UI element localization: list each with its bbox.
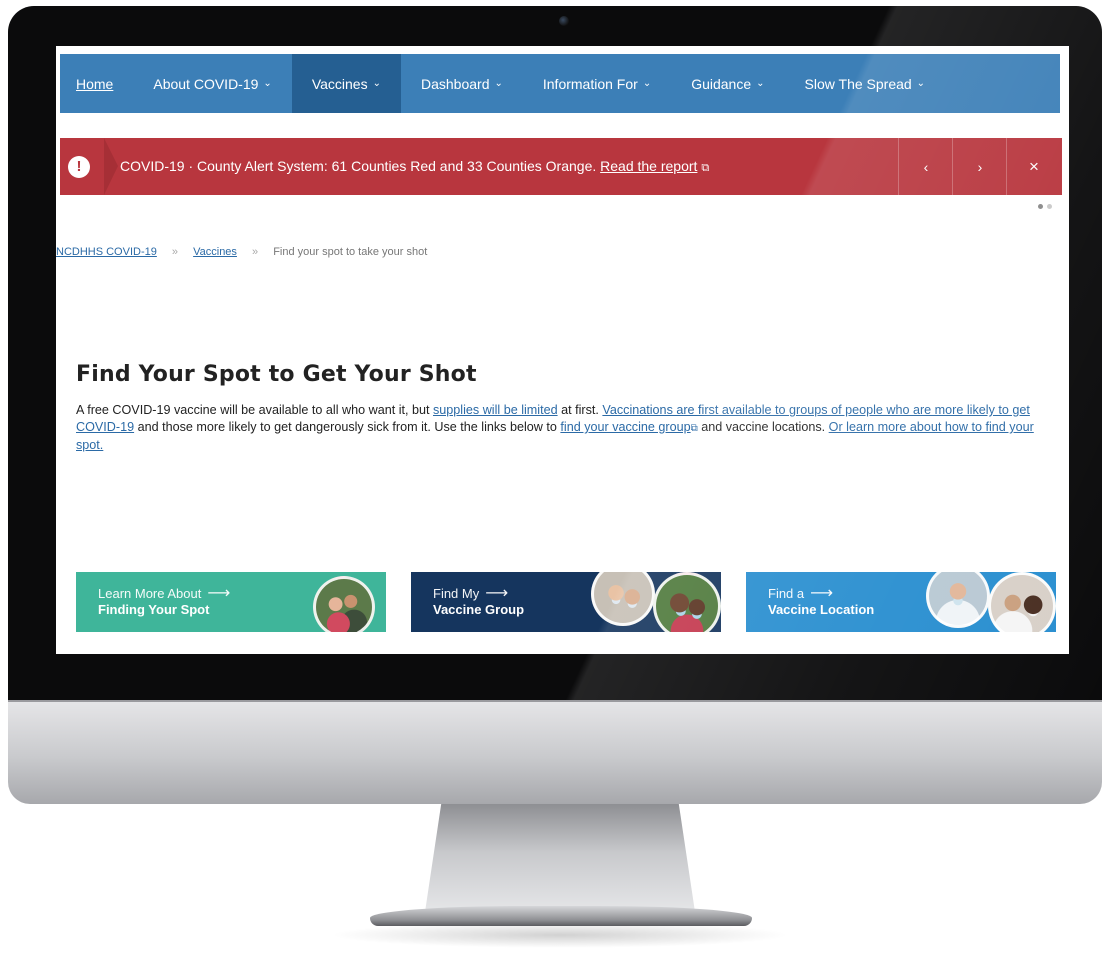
chevron-right-icon: ›: [977, 158, 983, 175]
alert-message: COVID-19 · County Alert System: 61 Count…: [120, 158, 709, 175]
close-icon: ×: [1029, 156, 1039, 176]
card-line2: Vaccine Location: [768, 602, 875, 617]
nav-guidance-label: Guidance: [691, 75, 752, 92]
find-vaccine-group-label: find your vaccine group: [560, 420, 691, 434]
alert-next-button[interactable]: ›: [952, 138, 1007, 195]
card-finding-your-spot[interactable]: Learn More About ⟶ Finding Your Spot: [76, 572, 386, 632]
intro-paragraph: A free COVID-19 vaccine will be availabl…: [76, 402, 1036, 454]
chevron-left-icon: ‹: [923, 158, 929, 175]
chin-divider: [8, 700, 1102, 702]
nav-vaccines-label: Vaccines: [311, 75, 368, 92]
arrow-right-icon: ⟶: [207, 585, 231, 602]
nav-information-for[interactable]: Information For ⌄: [523, 54, 671, 113]
supplies-limited-link[interactable]: supplies will be limited: [433, 403, 558, 417]
family-masks-photo: [653, 572, 721, 632]
nav-dashboard[interactable]: Dashboard ⌄: [401, 54, 523, 113]
card-text: Find a ⟶ Vaccine Location: [768, 586, 874, 618]
breadcrumb-ncdhhs[interactable]: NCDHHS COVID-19: [56, 246, 157, 258]
family-photo: [313, 576, 375, 632]
nav-home-label: Home: [76, 75, 114, 92]
carousel-pagination: [1038, 204, 1052, 209]
nav-guidance[interactable]: Guidance ⌄: [671, 54, 784, 113]
card-line1: Learn More About: [98, 586, 202, 601]
alert-notch: [104, 138, 118, 195]
monitor-stand-neck: [425, 804, 695, 912]
breadcrumb-vaccines[interactable]: Vaccines: [193, 246, 237, 258]
card-line1: Find a: [768, 586, 805, 601]
doctor-photo: [926, 572, 990, 628]
nav-about-label: About COVID-19: [153, 75, 259, 92]
card-line1: Find My: [433, 586, 480, 601]
browser-viewport: Home About COVID-19 ⌄ Vaccines ⌄ Dashboard…: [56, 46, 1069, 654]
card-vaccine-group[interactable]: Find My ⟶ Vaccine Group: [411, 572, 721, 632]
breadcrumb-current: Find your spot to take your shot: [273, 246, 428, 258]
chevron-down-icon: ⌄: [756, 78, 765, 89]
nav-vaccines[interactable]: Vaccines ⌄: [291, 54, 401, 113]
intro-text: and vaccine locations.: [697, 420, 829, 434]
breadcrumb-separator: »: [171, 246, 179, 258]
read-report-label: Read the report: [600, 158, 698, 174]
webcam-icon: [559, 16, 569, 26]
card-line2: Vaccine Group: [433, 602, 525, 617]
nav-slow-the-spread[interactable]: Slow The Spread ⌄: [785, 54, 946, 113]
nav-home[interactable]: Home: [60, 54, 133, 113]
chevron-down-icon: ⌄: [372, 78, 381, 89]
intro-text: A free COVID-19 vaccine will be availabl…: [76, 403, 433, 417]
nav-dashboard-label: Dashboard: [420, 75, 490, 92]
card-text: Find My ⟶ Vaccine Group: [433, 586, 524, 618]
chevron-down-icon: ⌄: [263, 78, 272, 89]
breadcrumb: NCDHHS COVID-19 » Vaccines » Find your s…: [56, 246, 427, 258]
carousel-dot-active[interactable]: [1038, 204, 1043, 209]
page-title: Find Your Spot to Get Your Shot: [76, 362, 477, 387]
arrow-right-icon: ⟶: [485, 585, 509, 602]
card-line2: Finding Your Spot: [98, 602, 210, 617]
chevron-down-icon: ⌄: [494, 78, 503, 89]
breadcrumb-separator: »: [252, 246, 259, 258]
alert-prev-button[interactable]: ‹: [898, 138, 953, 195]
chevron-down-icon: ⌄: [916, 78, 926, 89]
read-report-link[interactable]: Read the report: [600, 158, 697, 174]
main-navigation: Home About COVID-19 ⌄ Vaccines ⌄ Dashboard…: [60, 54, 1060, 113]
nav-about-covid[interactable]: About COVID-19 ⌄: [133, 54, 291, 113]
alert-close-button[interactable]: ×: [1006, 138, 1061, 195]
carousel-dot[interactable]: [1047, 204, 1052, 209]
intro-text: at first.: [557, 403, 603, 417]
alert-text: COVID-19 · County Alert System: 61 Count…: [120, 158, 597, 174]
external-link-icon: ⧉: [701, 162, 710, 174]
intro-text: and those more likely to get dangerously…: [134, 420, 561, 434]
monitor-chin: [8, 700, 1102, 804]
card-text: Learn More About ⟶ Finding Your Spot: [98, 586, 230, 618]
nav-slow-label: Slow The Spread: [804, 75, 912, 92]
monitor-stand-base: [370, 906, 752, 926]
nav-information-label: Information For: [542, 75, 638, 92]
find-vaccine-group-link[interactable]: find your vaccine group: [560, 420, 690, 434]
vaccination-photo: [988, 572, 1056, 632]
chevron-down-icon: ⌄: [642, 78, 652, 89]
external-link-icon: ⧉: [690, 423, 698, 434]
alert-banner: ! COVID-19 · County Alert System: 61 Cou…: [60, 138, 1062, 195]
couple-masks-photo: [591, 572, 655, 626]
arrow-right-icon: ⟶: [810, 585, 834, 602]
alert-exclamation-icon: !: [68, 155, 90, 178]
card-vaccine-location[interactable]: Find a ⟶ Vaccine Location: [746, 572, 1056, 632]
